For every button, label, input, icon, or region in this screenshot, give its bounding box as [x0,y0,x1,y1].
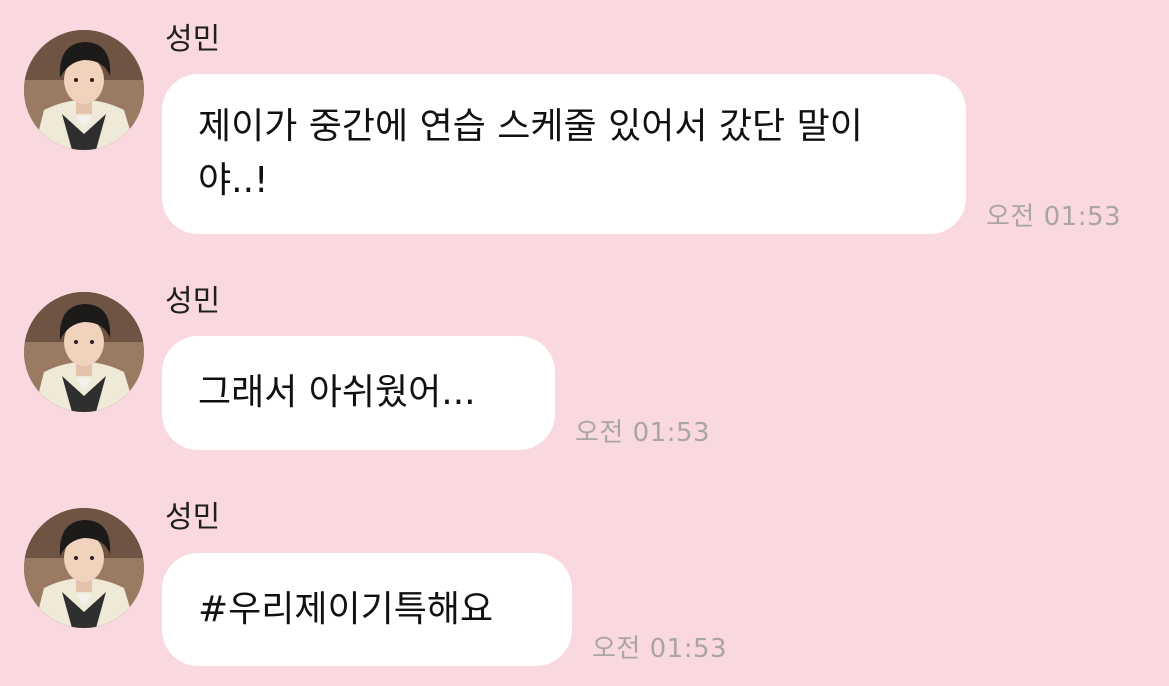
sender-name: 성민 [165,500,221,535]
chat-message: 성민 #우리제이기특해요 오전 01:53 [0,0,1169,686]
message-bubble[interactable]: #우리제이기특해요 [162,553,572,666]
profile-photo-icon [24,508,144,628]
avatar[interactable] [24,508,144,628]
message-timestamp: 오전 01:53 [592,634,728,664]
message-text: #우리제이기특해요 [198,588,494,630]
